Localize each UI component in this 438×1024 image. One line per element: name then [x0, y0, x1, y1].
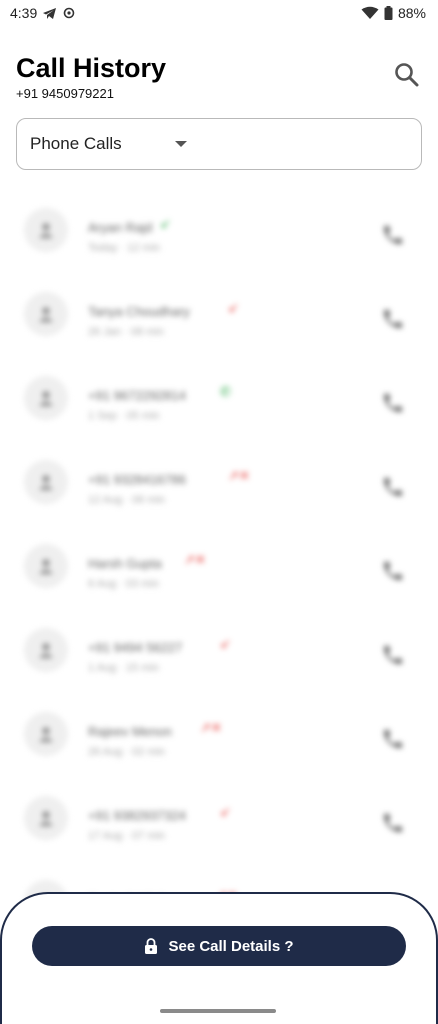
avatar: [24, 628, 68, 672]
rejected-call-icon: ↗✕: [228, 468, 250, 483]
status-right: 88%: [361, 5, 426, 21]
call-button[interactable]: [378, 388, 408, 418]
phone-icon: [384, 814, 402, 832]
call-row[interactable]: +91 9328416786 ↗✕ 12 Aug · 06 min: [0, 438, 438, 522]
person-icon: [39, 391, 53, 406]
status-left: 4:39: [10, 5, 76, 21]
call-meta: 6 Aug · 03 min: [88, 578, 159, 590]
incoming-call-icon: ✆: [220, 384, 231, 399]
call-button[interactable]: [378, 556, 408, 586]
avatar: [24, 460, 68, 504]
call-row[interactable]: Tanya Choudhary ↙ 26 Jan · 08 min: [0, 270, 438, 354]
phone-icon: [384, 730, 402, 748]
avatar: [24, 544, 68, 588]
search-icon: [395, 63, 419, 87]
call-row[interactable]: Aryan Rajd ↙ Today · 12 min: [0, 186, 438, 270]
call-meta: 1 Sep · 05 min: [88, 410, 160, 422]
status-time: 4:39: [10, 5, 38, 21]
call-button[interactable]: [378, 808, 408, 838]
call-row[interactable]: Harsh Gupta ↗✕ 6 Aug · 03 min: [0, 522, 438, 606]
battery-icon: [384, 6, 393, 20]
phone-icon: [384, 394, 402, 412]
contact-name: +91 9382937324: [88, 808, 186, 823]
missed-call-icon: ↙: [160, 216, 171, 231]
call-list: Aryan Rajd ↙ Today · 12 min Tanya Choudhary…: [0, 186, 438, 906]
person-icon: [39, 811, 53, 826]
person-icon: [39, 223, 53, 238]
call-button[interactable]: [378, 472, 408, 502]
call-type-dropdown[interactable]: Phone Calls: [16, 118, 422, 170]
phone-number: +91 9450979221: [16, 86, 114, 101]
cta-label: See Call Details ?: [168, 937, 294, 955]
call-meta: 26 Jan · 08 min: [88, 326, 164, 338]
contact-name: Harsh Gupta: [88, 556, 162, 571]
call-button[interactable]: [378, 220, 408, 250]
missed-call-icon: ↙: [220, 804, 231, 819]
call-button[interactable]: [378, 724, 408, 754]
call-meta: 26 Aug · 02 min: [88, 746, 166, 758]
call-button[interactable]: [378, 304, 408, 334]
header: Call History +91 9450979221: [16, 52, 422, 104]
person-icon: [39, 643, 53, 658]
avatar: [24, 208, 68, 252]
person-icon: [39, 307, 53, 322]
call-row[interactable]: Rajeev Menon ↗✕ 26 Aug · 02 min: [0, 690, 438, 774]
missed-call-icon: ↙: [220, 636, 231, 651]
phone-icon: [384, 478, 402, 496]
call-row[interactable]: +91 9494 56227 ↙ 1 Aug · 15 min: [0, 606, 438, 690]
call-meta: 12 Aug · 06 min: [88, 494, 166, 506]
person-icon: [39, 727, 53, 742]
contact-name: Rajeev Menon: [88, 724, 172, 739]
rejected-call-icon: ↗✕: [184, 552, 206, 567]
status-bar: 4:39 88%: [0, 0, 438, 26]
contact-name: +91 9328416786: [88, 472, 186, 487]
missed-call-icon: ↙: [228, 300, 239, 315]
search-button[interactable]: [392, 60, 422, 90]
call-meta: 1 Aug · 15 min: [88, 662, 159, 674]
call-meta: 17 Aug · 07 min: [88, 830, 166, 842]
avatar: [24, 376, 68, 420]
sync-icon: [62, 6, 76, 20]
phone-icon: [384, 226, 402, 244]
home-indicator: [160, 1009, 276, 1013]
chevron-down-icon: [175, 141, 187, 147]
avatar: [24, 292, 68, 336]
avatar: [24, 796, 68, 840]
call-meta: Today · 12 min: [88, 242, 161, 254]
avatar: [24, 712, 68, 756]
phone-icon: [384, 646, 402, 664]
page-title: Call History: [16, 53, 167, 83]
wifi-icon: [361, 6, 379, 20]
contact-name: +91 9672292814: [88, 388, 186, 403]
contact-name: +91 9494 56227: [88, 640, 183, 655]
person-icon: [39, 559, 53, 574]
call-row[interactable]: +91 9382937324 ↙ 17 Aug · 07 min: [0, 774, 438, 858]
call-row[interactable]: +91 9672292814 ✆ 1 Sep · 05 min: [0, 354, 438, 438]
battery-percent: 88%: [397, 5, 426, 21]
see-call-details-button[interactable]: See Call Details ?: [32, 926, 406, 966]
contact-name: Aryan Rajd: [88, 220, 153, 235]
phone-icon: [384, 310, 402, 328]
phone-icon: [384, 562, 402, 580]
rejected-call-icon: ↗✕: [200, 720, 222, 735]
lock-icon: [145, 938, 158, 954]
dropdown-value: Phone Calls: [30, 134, 122, 153]
telegram-icon: [42, 7, 57, 20]
person-icon: [39, 475, 53, 490]
contact-name: Tanya Choudhary: [88, 304, 190, 319]
call-button[interactable]: [378, 640, 408, 670]
